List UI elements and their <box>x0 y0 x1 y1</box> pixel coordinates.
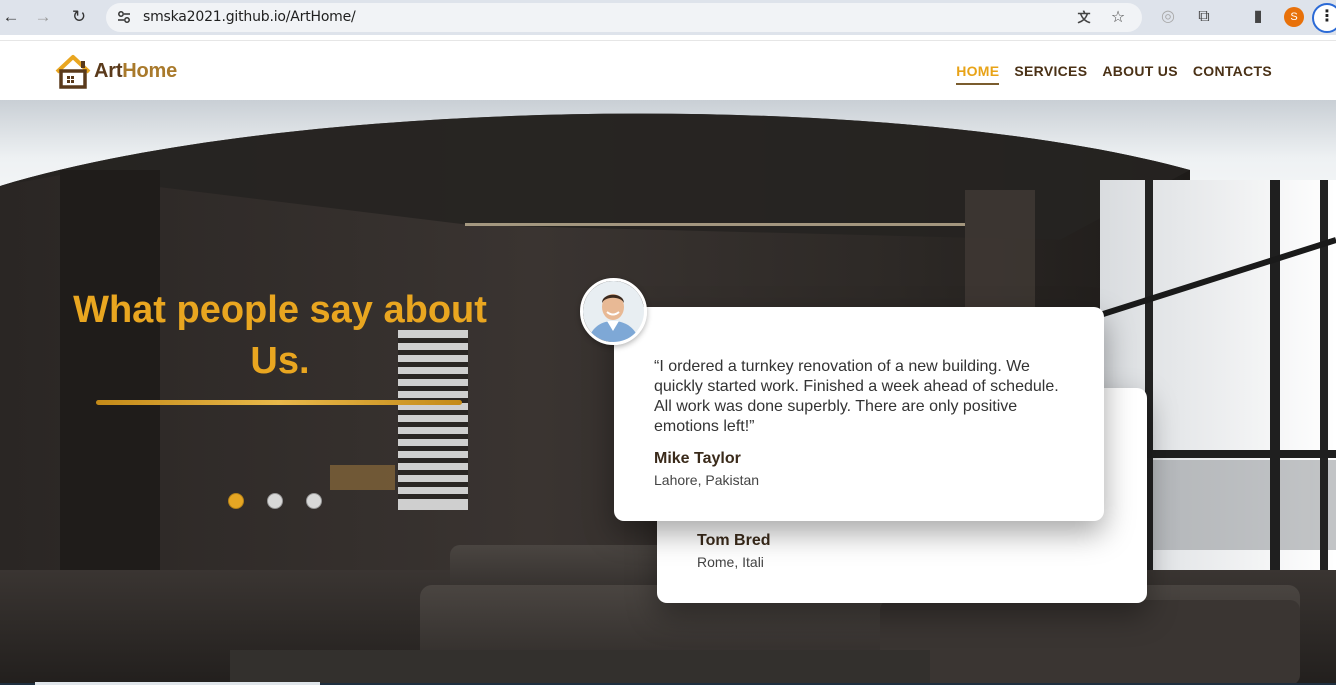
testimonial-author: Tom Bred <box>697 532 771 549</box>
nav-home[interactable]: HOME <box>956 63 1000 85</box>
translate-icon[interactable]: 文 <box>1074 8 1094 28</box>
logo-text: ArtHome <box>94 60 177 83</box>
nav-about-us[interactable]: ABOUT US <box>1102 63 1178 85</box>
testimonial-avatar <box>580 278 647 345</box>
extension-icon[interactable]: ◎ <box>1158 7 1178 27</box>
puzzle-icon[interactable]: ⧉ <box>1194 7 1214 27</box>
slider-dot-2[interactable] <box>267 493 283 509</box>
testimonial-author: Mike Taylor <box>654 450 741 467</box>
back-arrow-icon[interactable]: ← <box>0 6 22 28</box>
nav-contacts[interactable]: CONTACTS <box>1193 63 1272 85</box>
section-title: What people say about Us. <box>50 285 510 387</box>
person-photo-icon <box>583 281 644 342</box>
profile-avatar[interactable]: S <box>1284 7 1304 27</box>
section-title-line2: Us. <box>250 340 310 382</box>
logo[interactable]: ArtHome <box>54 52 177 90</box>
testimonials-hero: What people say about Us. Tom Bred Rome,… <box>0 100 1336 685</box>
testimonial-quote: “I ordered a turnkey renovation of a new… <box>654 358 1059 435</box>
slider-dot-3[interactable] <box>306 493 322 509</box>
house-logo-icon <box>55 55 91 89</box>
main-nav: HOME SERVICES ABOUT US CONTACTS <box>956 63 1272 85</box>
forward-arrow-icon[interactable]: → <box>32 6 54 28</box>
slider-pagination <box>228 493 322 509</box>
testimonial-card-active[interactable]: “I ordered a turnkey renovation of a new… <box>614 307 1104 521</box>
browser-toolbar: ← → ↻ smska2021.github.io/ArtHome/ 文 ☆ ◎… <box>0 0 1336 35</box>
slider-dot-1[interactable] <box>228 493 244 509</box>
title-underline <box>96 400 462 405</box>
section-title-line1: What people say about <box>73 289 487 331</box>
nav-services[interactable]: SERVICES <box>1014 63 1087 85</box>
site-header: ArtHome HOME SERVICES ABOUT US CONTACTS <box>0 40 1336 100</box>
logo-text-home: Home <box>122 59 178 82</box>
url-text[interactable]: smska2021.github.io/ArtHome/ <box>143 9 356 25</box>
address-bar[interactable]: smska2021.github.io/ArtHome/ 文 ☆ <box>106 3 1142 32</box>
testimonial-location: Rome, Itali <box>697 554 764 570</box>
site-settings-icon[interactable] <box>116 9 132 25</box>
kebab-menu-icon[interactable]: ⋮ <box>1312 3 1336 33</box>
reload-icon[interactable]: ↻ <box>68 6 90 28</box>
logo-text-art: Art <box>94 59 123 82</box>
star-icon[interactable]: ☆ <box>1108 8 1128 28</box>
side-panel-icon[interactable]: ▮ <box>1248 7 1268 27</box>
testimonial-location: Lahore, Pakistan <box>654 472 760 488</box>
